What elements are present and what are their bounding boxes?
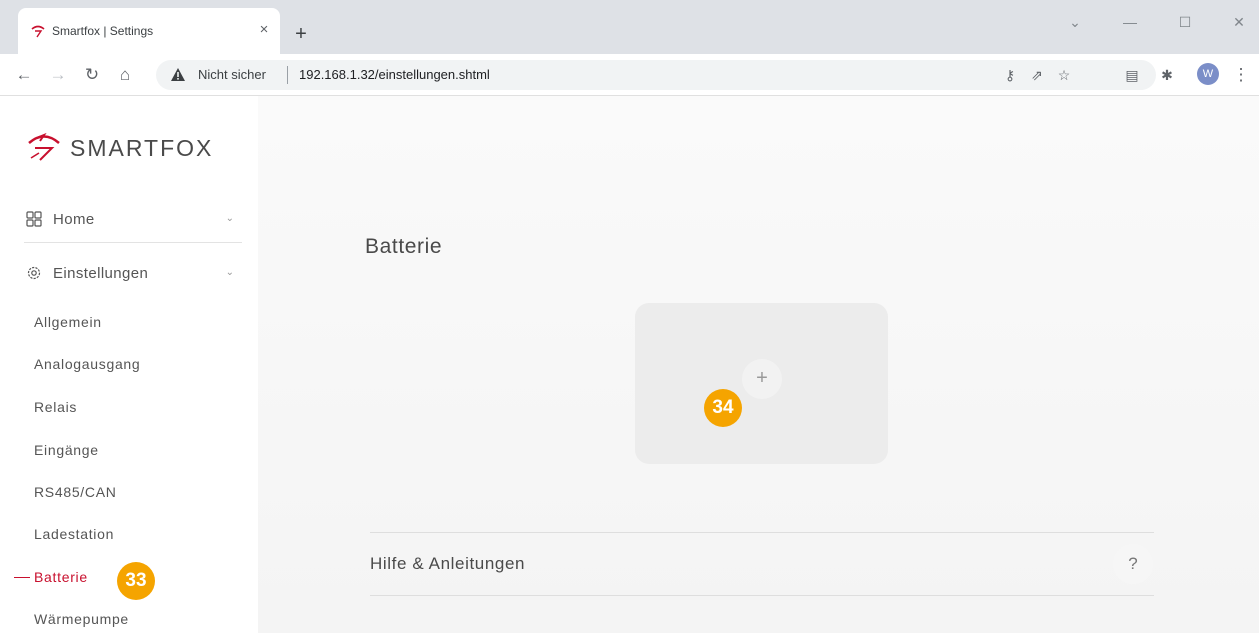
tab-search-icon[interactable]: ⌄ <box>1060 10 1090 34</box>
minimize-button[interactable]: — <box>1115 10 1145 34</box>
new-tab-button[interactable]: + <box>289 22 313 46</box>
help-divider-bottom <box>370 595 1154 596</box>
back-icon[interactable]: ← <box>12 63 36 87</box>
smartfox-logo-icon <box>28 132 60 161</box>
help-divider-top <box>370 532 1154 533</box>
grid-icon <box>26 211 42 227</box>
key-icon[interactable]: ⚷ <box>999 64 1021 86</box>
browser-toolbar: ← → ↻ ⌂ Nicht sicher 192.168.1.32/einste… <box>0 54 1259 96</box>
forward-icon[interactable]: → <box>46 63 70 87</box>
sidebar-item-rs485-can[interactable]: RS485/CAN <box>34 483 117 501</box>
nav-einstellungen-label: Einstellungen <box>53 265 149 282</box>
close-window-button[interactable]: ✕ <box>1224 10 1254 34</box>
url-text[interactable]: 192.168.1.32/einstellungen.shtml <box>299 67 490 83</box>
step-badge-34: 34 <box>704 389 742 427</box>
add-battery-card[interactable]: + 34 <box>635 303 888 464</box>
sidebar-item-relais[interactable]: Relais <box>34 398 77 416</box>
main-content: Batterie + 34 Hilfe & Anleitungen ? <box>258 96 1259 633</box>
sidebar-item-ladestation[interactable]: Ladestation <box>34 525 114 543</box>
nav-divider <box>24 242 242 243</box>
browser-tab-strip: Smartfox | Settings × + ⌄ — ☐ ✕ <box>0 0 1259 54</box>
home-icon[interactable]: ⌂ <box>113 63 137 87</box>
sidebar-item-allgemein[interactable]: Allgemein <box>34 313 102 331</box>
sidebar: SMARTFOX Home ⌄ Einstellungen ⌄ Allgemei… <box>0 96 258 633</box>
smartfox-logo[interactable]: SMARTFOX <box>26 120 246 162</box>
tab-close-icon[interactable]: × <box>254 20 274 40</box>
tab-title: Smartfox | Settings <box>52 24 154 38</box>
help-question-icon[interactable]: ? <box>1113 544 1153 584</box>
warning-icon <box>171 68 185 81</box>
chevron-down-icon: ⌄ <box>225 267 234 278</box>
bookmark-star-icon[interactable]: ☆ <box>1053 64 1075 86</box>
extensions-puzzle-icon[interactable]: ✱ <box>1155 63 1179 87</box>
nav-item-home[interactable]: Home ⌄ <box>24 200 242 240</box>
browser-menu-icon[interactable]: ⋮ <box>1229 63 1253 87</box>
nav-home-label: Home <box>53 211 95 228</box>
sidebar-item-waermepumpe[interactable]: Wärmepumpe <box>34 610 129 628</box>
help-section-label[interactable]: Hilfe & Anleitungen <box>370 554 525 574</box>
security-label[interactable]: Nicht sicher <box>198 67 266 83</box>
sidebar-item-batterie[interactable]: Batterie <box>34 568 88 586</box>
active-indicator <box>14 577 30 578</box>
profile-avatar[interactable]: W <box>1197 63 1219 85</box>
logo-text: SMARTFOX <box>70 135 214 161</box>
add-plus-icon[interactable]: + <box>742 359 782 399</box>
maximize-button[interactable]: ☐ <box>1170 10 1200 34</box>
sidebar-item-eingaenge[interactable]: Eingänge <box>34 441 99 459</box>
browser-tab-active[interactable]: Smartfox | Settings × <box>18 8 280 54</box>
share-icon[interactable]: ⇗ <box>1026 64 1048 86</box>
reload-icon[interactable]: ↻ <box>80 63 104 87</box>
sidebar-item-analogausgang[interactable]: Analogausgang <box>34 355 140 373</box>
address-bar[interactable]: Nicht sicher 192.168.1.32/einstellungen.… <box>156 60 1156 90</box>
smartfox-favicon-icon <box>31 25 45 38</box>
step-badge-33: 33 <box>117 562 155 600</box>
chevron-down-icon: ⌄ <box>225 213 234 224</box>
page-title: Batterie <box>365 235 443 258</box>
nav-item-einstellungen[interactable]: Einstellungen ⌄ <box>24 254 242 294</box>
cast-icon[interactable]: ▤ <box>1120 63 1144 87</box>
gear-icon <box>27 266 41 280</box>
address-separator <box>287 66 288 84</box>
